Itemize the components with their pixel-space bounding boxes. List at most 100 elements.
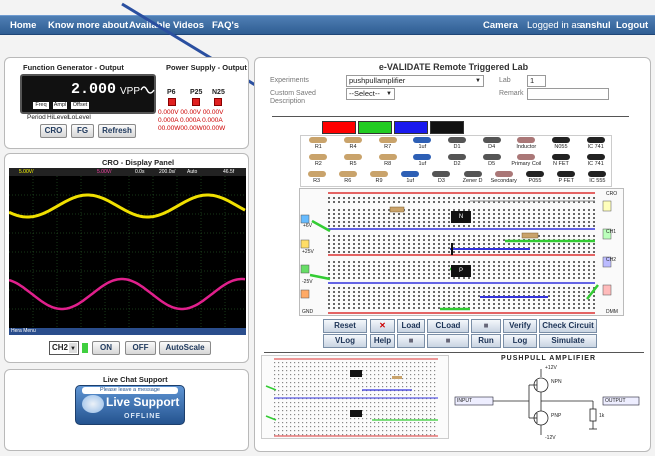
psu-p25-toggle[interactable] [192, 98, 200, 106]
wire-color-swatch[interactable] [358, 121, 392, 134]
component-item[interactable]: Zener D [457, 170, 488, 187]
thumb-hole [326, 370, 328, 372]
remark-label: Remark [499, 90, 524, 97]
offset-button[interactable]: Offset [71, 102, 89, 109]
toolbar-button[interactable]: Verify [503, 319, 537, 333]
toolbar-button[interactable]: Load [397, 319, 425, 333]
component-item[interactable]: IC 555 [582, 170, 613, 187]
pnp-transistor-chip[interactable]: P [451, 265, 471, 277]
save-icon[interactable]: ■ [471, 319, 501, 333]
component-item[interactable]: D2 [440, 153, 475, 170]
component-item[interactable]: R2 [301, 153, 336, 170]
component-item[interactable]: R7 [370, 136, 405, 153]
thumb-hole [422, 402, 424, 404]
component-item[interactable]: R6 [332, 170, 363, 187]
component-item[interactable]: 1uf [395, 170, 426, 187]
component-item[interactable]: D1 [440, 136, 475, 153]
wire-color-swatch[interactable] [394, 121, 428, 134]
breadboard-hole [523, 273, 525, 275]
thumb-hole [430, 370, 432, 372]
toolbar-button[interactable]: VLog [323, 334, 367, 348]
component-item[interactable]: Secondary [488, 170, 519, 187]
delete-icon[interactable]: ✕ [370, 319, 395, 333]
toolbar-button[interactable]: Help [370, 334, 395, 348]
fg-button[interactable]: FG [71, 124, 94, 138]
breadboard-hole [333, 247, 335, 249]
breadboard[interactable]: +6V +25V -25V GND CRO CH1 CH2 DMM N P [299, 188, 624, 316]
thumb-hole [310, 422, 312, 424]
component-item[interactable]: 1uf [405, 136, 440, 153]
npn-transistor-chip[interactable]: N [451, 211, 471, 223]
psu-p6-toggle[interactable] [168, 98, 176, 106]
cro-off-button[interactable]: OFF [125, 341, 156, 355]
component-item[interactable]: D5 [474, 153, 509, 170]
breadboard-hole [563, 251, 565, 253]
component-item[interactable]: P055 [519, 170, 550, 187]
breadboard-hole [473, 287, 475, 289]
freq-button[interactable]: Freq [33, 102, 49, 109]
component-label: D4 [488, 144, 496, 150]
wire-color-swatch[interactable] [430, 121, 464, 134]
ampl-button[interactable]: Ampl [53, 102, 67, 109]
component-item[interactable]: P FET [551, 170, 582, 187]
autoscale-button[interactable]: AutoScale [159, 341, 211, 355]
thumb-hole [338, 406, 340, 408]
psu-n25-toggle[interactable] [214, 98, 222, 106]
remark-input[interactable] [527, 88, 609, 100]
breadboard-hole [528, 221, 530, 223]
component-item[interactable]: Inductor [509, 136, 544, 153]
toolbar-button[interactable]: CLoad [427, 319, 469, 333]
toolbar-button[interactable]: Check Circuit [539, 319, 597, 333]
component-item[interactable]: R5 [336, 153, 371, 170]
circuit-thumbnail[interactable] [261, 355, 449, 439]
thumb-hole [390, 410, 392, 412]
component-item[interactable]: R3 [301, 170, 332, 187]
breadboard-hole [503, 299, 505, 301]
component-item[interactable]: 1uf [405, 153, 440, 170]
lab-number-input[interactable]: 1 [527, 75, 546, 87]
cro-menu-bar[interactable]: Hera Menu [9, 328, 246, 335]
thumb-hole [314, 422, 316, 424]
breadboard-hole [573, 217, 575, 219]
unlock-icon[interactable]: ■ [427, 334, 469, 348]
experiment-select[interactable]: pushpullamplifier ▼ [346, 75, 484, 87]
component-item[interactable]: R4 [336, 136, 371, 153]
thumb-hole [354, 434, 356, 436]
toolbar-button[interactable]: Simulate [539, 334, 597, 348]
saved-description-select[interactable]: --Select-- ▼ [346, 88, 395, 100]
component-item[interactable]: IC 741 [578, 153, 613, 170]
thumb-hole [338, 378, 340, 380]
thumb-hole [326, 414, 328, 416]
breadboard-hole [508, 221, 510, 223]
component-item[interactable]: R1 [301, 136, 336, 153]
component-item[interactable]: D3 [426, 170, 457, 187]
lock-icon[interactable]: ■ [397, 334, 425, 348]
breadboard-hole [368, 291, 370, 293]
breadboard-hole [503, 213, 505, 215]
thumb-hole [378, 434, 380, 436]
component-item[interactable]: N055 [544, 136, 579, 153]
refresh-button[interactable]: Refresh [98, 124, 136, 138]
breadboard-hole [583, 303, 585, 305]
cro-on-button[interactable]: ON [92, 341, 120, 355]
thumb-hole [274, 366, 276, 368]
cro-button[interactable]: CRO [40, 124, 67, 138]
toolbar-button[interactable]: Reset [323, 319, 367, 333]
component-item[interactable]: N FET [544, 153, 579, 170]
live-support-button[interactable]: Please leave a message Live Support OFFL… [75, 385, 185, 425]
component-item[interactable]: R9 [363, 170, 394, 187]
breadboard-hole [383, 201, 385, 203]
thumb-hole [378, 374, 380, 376]
thumb-hole [306, 382, 308, 384]
toolbar-button[interactable]: Log [503, 334, 537, 348]
wire-color-swatch[interactable] [322, 121, 356, 134]
component-item[interactable]: IC 741 [578, 136, 613, 153]
breadboard-hole [403, 197, 405, 199]
toolbar-button[interactable]: Run [471, 334, 501, 348]
component-item[interactable]: Primary Coil [509, 153, 544, 170]
component-item[interactable]: R8 [370, 153, 405, 170]
component-item[interactable]: D4 [474, 136, 509, 153]
breadboard-hole [338, 303, 340, 305]
breadboard-hole [583, 277, 585, 279]
channel-select[interactable]: CH2 ▼ [49, 341, 79, 355]
